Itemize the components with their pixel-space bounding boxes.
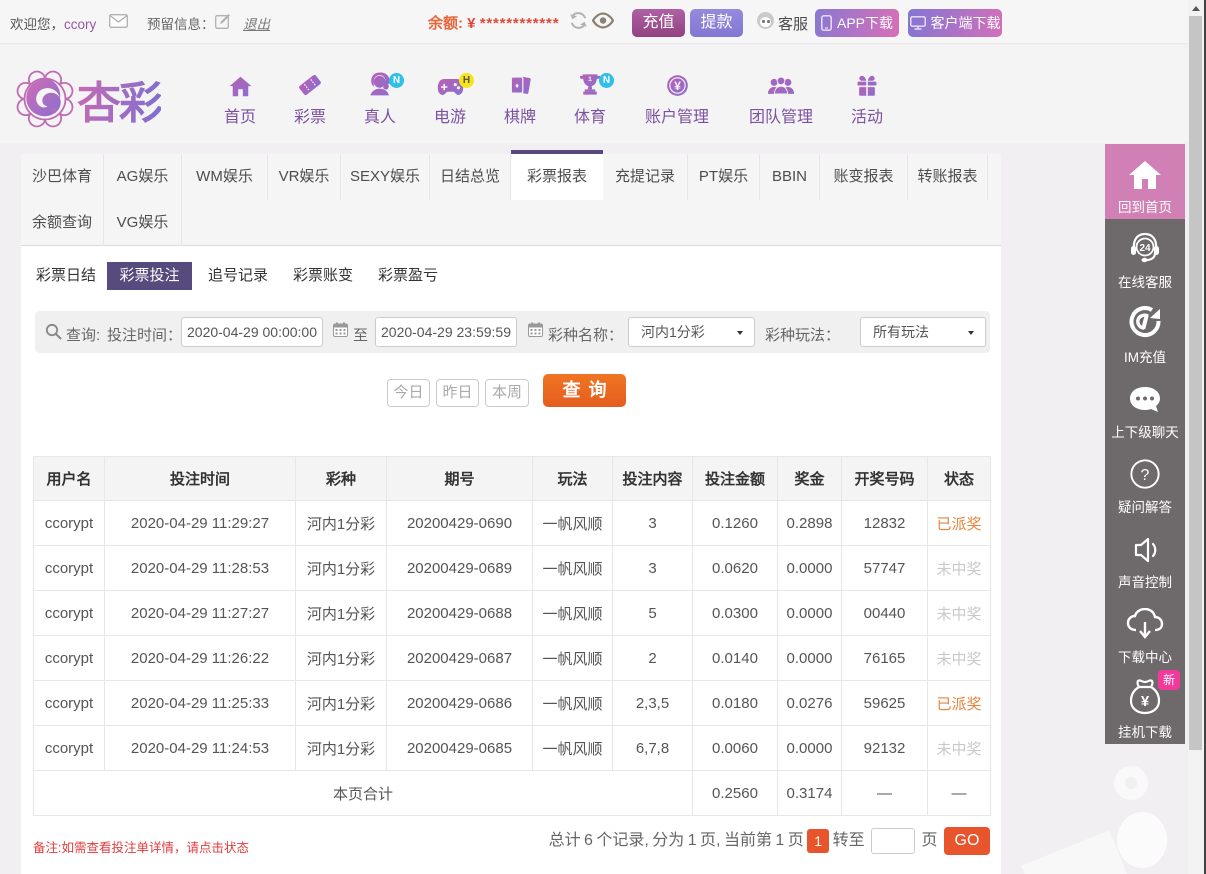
svg-text:1: 1	[588, 76, 592, 83]
svg-text:¥: ¥	[1141, 693, 1150, 710]
svg-text:?: ?	[1141, 467, 1150, 484]
svg-text:¥: ¥	[674, 79, 681, 93]
svg-text:24: 24	[1139, 243, 1151, 254]
svg-text:♦: ♦	[515, 81, 519, 90]
